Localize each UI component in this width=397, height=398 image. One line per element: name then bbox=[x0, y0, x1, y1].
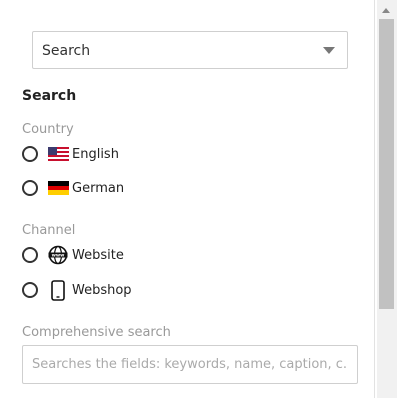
comprehensive-search-label: Comprehensive search bbox=[22, 325, 171, 340]
german-flag-icon bbox=[47, 180, 69, 196]
search-panel: Search Search Country English German Cha… bbox=[0, 0, 375, 398]
country-option-english[interactable]: English bbox=[22, 143, 119, 165]
channel-option-website[interactable]: www Website bbox=[22, 244, 124, 266]
channel-option-webshop[interactable]: Webshop bbox=[22, 279, 132, 301]
scroll-up-arrow-icon[interactable] bbox=[382, 8, 390, 13]
section-heading: Search bbox=[22, 88, 77, 104]
channel-group-label: Channel bbox=[22, 223, 76, 238]
option-label: Website bbox=[72, 247, 124, 263]
option-label: English bbox=[72, 146, 119, 162]
country-group-label: Country bbox=[22, 122, 74, 137]
radio-webshop[interactable] bbox=[22, 282, 38, 298]
comprehensive-search-input[interactable] bbox=[22, 345, 358, 384]
radio-german[interactable] bbox=[22, 180, 38, 196]
mobile-phone-icon bbox=[47, 279, 69, 301]
option-label: Webshop bbox=[72, 282, 132, 298]
svg-text:www: www bbox=[52, 254, 65, 259]
globe-www-icon: www bbox=[47, 245, 69, 265]
chevron-down-icon bbox=[323, 47, 335, 54]
radio-website[interactable] bbox=[22, 247, 38, 263]
us-flag-icon bbox=[47, 146, 69, 162]
vertical-scrollbar[interactable] bbox=[377, 0, 397, 398]
country-option-german[interactable]: German bbox=[22, 177, 124, 199]
scroll-thumb[interactable] bbox=[379, 19, 394, 309]
radio-english[interactable] bbox=[22, 146, 38, 162]
search-type-dropdown[interactable]: Search bbox=[32, 31, 348, 69]
dropdown-selected-value: Search bbox=[42, 43, 91, 59]
option-label: German bbox=[72, 180, 125, 196]
